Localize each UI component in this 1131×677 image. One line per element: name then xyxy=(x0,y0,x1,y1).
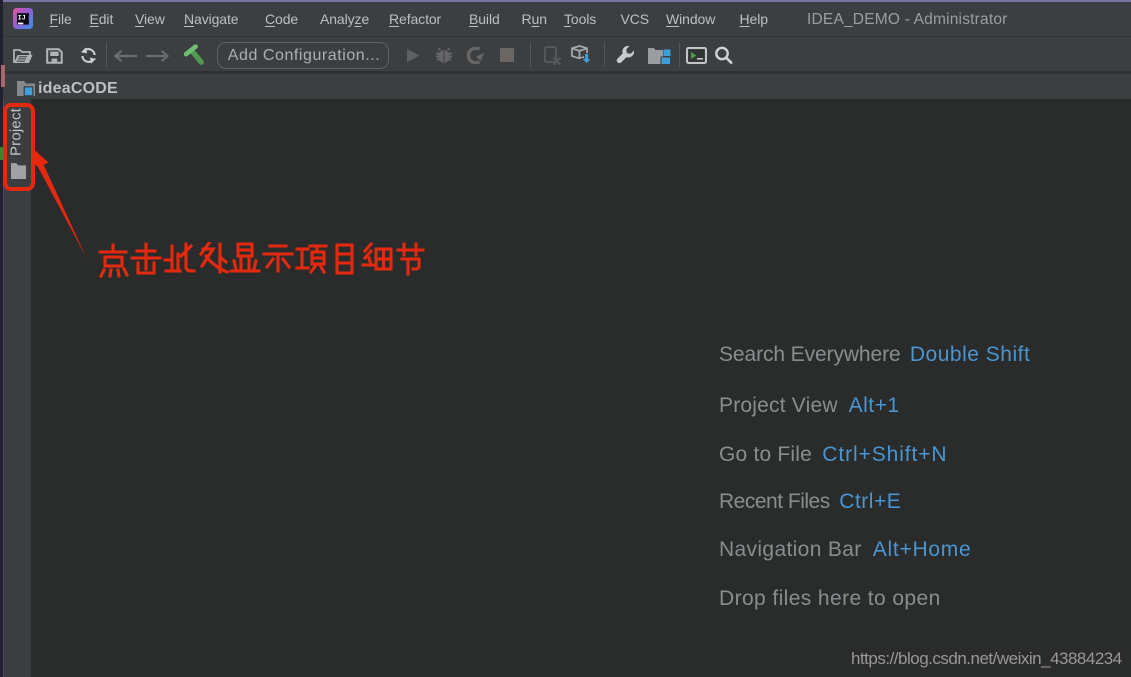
svg-text:IJ: IJ xyxy=(18,14,26,21)
